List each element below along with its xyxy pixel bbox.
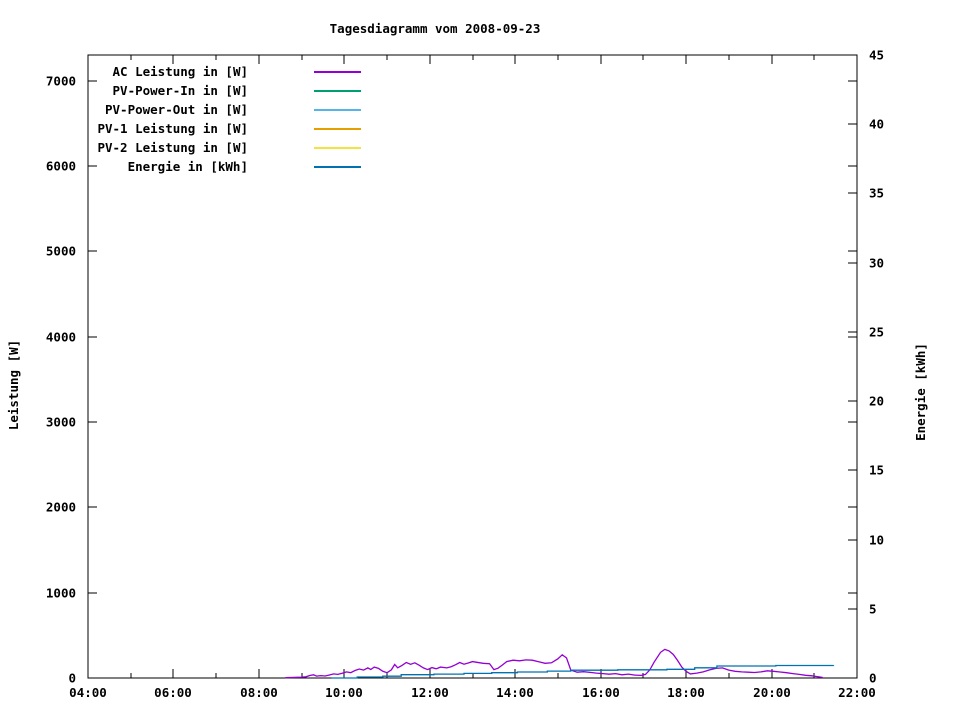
y-left-tick-label: 6000 — [46, 159, 76, 174]
legend-item: PV-Power-Out in [W] — [88, 100, 361, 119]
series-path-ac-leistung-in-w- — [285, 648, 823, 679]
legend-line-sample — [314, 108, 361, 111]
x-tick-label: 04:00 — [69, 685, 107, 700]
legend-item-label: PV-1 Leistung in [W] — [97, 121, 248, 136]
legend-item-label: PV-Power-Out in [W] — [105, 102, 248, 117]
y-left-tick-label: 7000 — [46, 74, 76, 89]
y-left-tick-label: 5000 — [46, 244, 76, 259]
legend-item: Energie in [kWh] — [88, 157, 361, 176]
chart-legend: AC Leistung in [W] PV-Power-In in [W] PV-P… — [88, 62, 361, 176]
y-left-tick-label: 3000 — [46, 415, 76, 430]
legend-item: PV-Power-In in [W] — [88, 81, 361, 100]
y-right-tick-label: 30 — [869, 256, 884, 271]
chart-page: Tagesdiagramm vom 2008-09-23 Leistung [W… — [0, 0, 960, 720]
legend-line-sample — [314, 165, 361, 168]
x-tick-label: 18:00 — [667, 685, 705, 700]
y-right-tick-label: 45 — [869, 48, 884, 63]
x-tick-label: 14:00 — [496, 685, 534, 700]
legend-item-label: PV-Power-In in [W] — [112, 83, 248, 98]
legend-line-sample — [314, 127, 361, 130]
y-left-tick-label: 0 — [68, 671, 76, 686]
x-tick-label: 06:00 — [154, 685, 192, 700]
legend-item: PV-2 Leistung in [W] — [88, 138, 361, 157]
legend-item: AC Leistung in [W] — [88, 62, 361, 81]
legend-line-sample — [314, 70, 361, 73]
y-left-tick-label: 1000 — [46, 586, 76, 601]
x-tick-label: 20:00 — [753, 685, 791, 700]
y-right-tick-label: 20 — [869, 394, 884, 409]
x-tick-label: 22:00 — [838, 685, 876, 700]
x-tick-label: 08:00 — [240, 685, 278, 700]
y-right-tick-label: 40 — [869, 117, 884, 132]
right-axis-ticks: 0 5 10 15 20 25 30 35 40 45 — [848, 48, 884, 686]
y-right-tick-label: 5 — [869, 602, 877, 617]
y-right-tick-label: 15 — [869, 463, 884, 478]
y-left-tick-label: 4000 — [46, 330, 76, 345]
legend-line-sample — [314, 146, 361, 149]
y-left-tick-label: 2000 — [46, 500, 76, 515]
legend-item-label: Energie in [kWh] — [127, 159, 248, 174]
y-right-tick-label: 35 — [869, 186, 884, 201]
legend-item-label: PV-2 Leistung in [W] — [97, 140, 248, 155]
x-tick-label: 16:00 — [582, 685, 620, 700]
y-right-tick-label: 10 — [869, 533, 884, 548]
legend-item: PV-1 Leistung in [W] — [88, 119, 361, 138]
legend-item-label: AC Leistung in [W] — [112, 64, 248, 79]
series-lines — [285, 648, 835, 679]
y-right-tick-label: 0 — [869, 671, 877, 686]
x-tick-label: 10:00 — [325, 685, 363, 700]
x-tick-label: 12:00 — [411, 685, 449, 700]
y-right-tick-label: 25 — [869, 325, 884, 340]
legend-line-sample — [314, 89, 361, 92]
